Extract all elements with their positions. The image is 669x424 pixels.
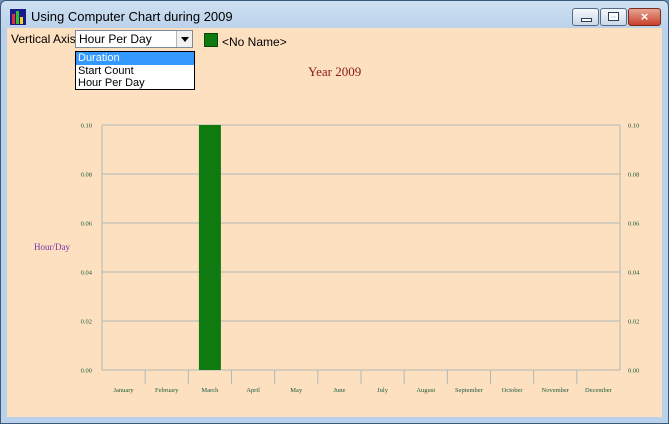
y-tick-label-left: 0.02	[81, 319, 92, 326]
x-tick-label: May	[290, 387, 303, 394]
y-tick-label-right: 0.00	[628, 368, 639, 375]
y-tick-label-right: 0.02	[628, 319, 639, 326]
close-icon: ×	[640, 9, 649, 24]
x-tick-label: July	[377, 387, 389, 394]
x-tick-label: December	[585, 387, 613, 394]
app-window: Using Computer Chart during 2009 × Verti…	[0, 0, 669, 424]
title-bar[interactable]: Using Computer Chart during 2009 ×	[1, 1, 668, 31]
close-button[interactable]: ×	[628, 8, 661, 26]
bar-chart: 0.00 0.00 0.02 0.02 0.04 0.04 0.06 0.06 0.08 0.08…	[81, 123, 641, 395]
chart-area: Vertical Axis Hour Per Day Duration Star…	[7, 28, 662, 417]
y-tick-label-right: 0.08	[628, 172, 639, 179]
maximize-icon	[609, 13, 618, 20]
x-tick-label: June	[333, 387, 345, 394]
minimize-button[interactable]	[572, 8, 599, 26]
y-tick-label-left: 0.04	[81, 270, 93, 277]
x-tick-label: September	[455, 387, 484, 394]
app-chart-icon	[10, 9, 26, 25]
maximize-button[interactable]	[600, 8, 627, 26]
y-tick-label-left: 0.08	[81, 172, 92, 179]
y-tick-label-right: 0.10	[628, 123, 639, 130]
y-tick-label-left: 0.00	[81, 368, 92, 375]
y-tick-label-left: 0.06	[81, 221, 93, 228]
y-tick-label-right: 0.06	[628, 221, 640, 228]
y-tick-label-left: 0.10	[81, 123, 92, 130]
x-tick-label: August	[416, 387, 435, 394]
minimize-icon	[582, 19, 591, 21]
x-tick-label: February	[155, 387, 179, 394]
window-bottom-border	[7, 417, 662, 423]
x-tick-label: November	[542, 387, 570, 394]
x-tick-label: October	[502, 387, 524, 394]
x-tick-label: March	[201, 387, 219, 394]
window-title: Using Computer Chart during 2009	[31, 9, 233, 24]
x-tick-label: April	[246, 387, 260, 394]
bar-march	[198, 125, 221, 370]
y-tick-label-right: 0.04	[628, 270, 640, 277]
x-tick-label: January	[113, 387, 134, 394]
